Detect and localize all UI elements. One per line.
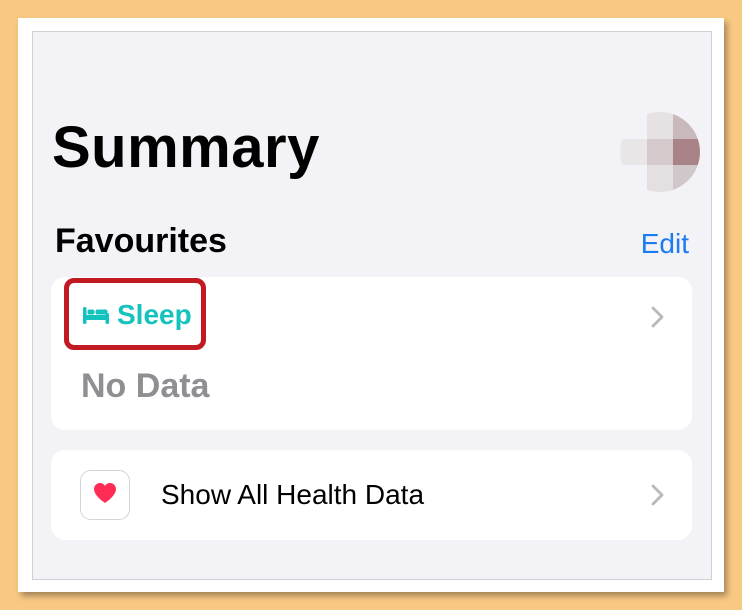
health-app-screen: Summary Favourites Edit Sleep No Data Sh… — [32, 31, 712, 580]
profile-avatar[interactable] — [620, 112, 700, 192]
heart-icon — [92, 481, 118, 510]
sleep-value-text: No Data — [81, 367, 210, 405]
edit-button[interactable]: Edit — [641, 228, 689, 260]
show-all-health-data-label: Show All Health Data — [161, 479, 425, 510]
chevron-right-icon — [650, 305, 666, 329]
page-title: Summary — [52, 115, 320, 180]
highlight-annotation — [64, 278, 206, 350]
chevron-right-icon — [650, 483, 666, 507]
favourites-section-title: Favourites — [55, 222, 227, 260]
health-app-tile — [80, 470, 130, 520]
show-all-health-data-row[interactable]: Show All Health Data — [51, 450, 692, 540]
